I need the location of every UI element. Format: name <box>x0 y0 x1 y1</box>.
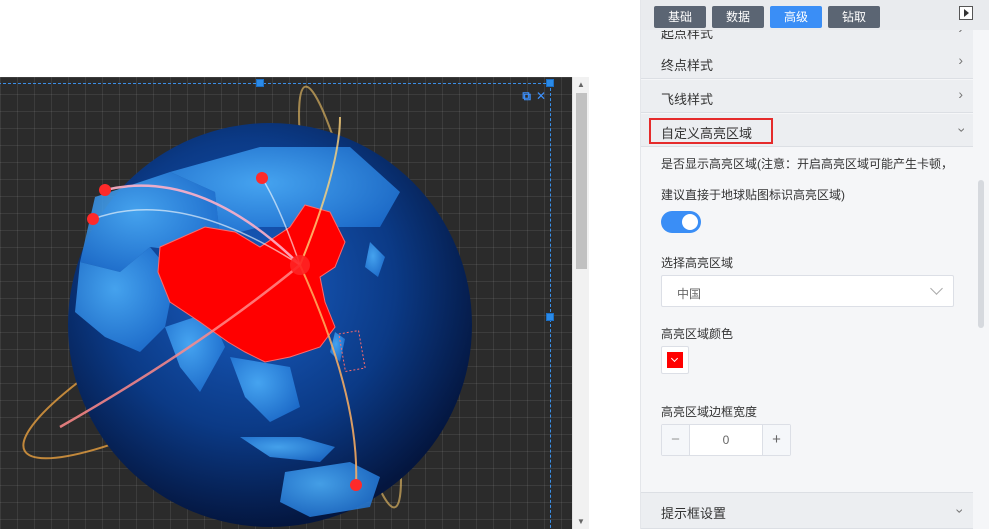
selection-frame[interactable] <box>0 83 551 529</box>
panel-scrollbar-thumb[interactable] <box>978 180 984 328</box>
increment-button[interactable]: + <box>762 425 790 455</box>
section-flight-line[interactable]: 飞线样式 › <box>641 80 973 113</box>
scroll-down-arrow-icon[interactable]: ▼ <box>577 517 585 526</box>
toggle-knob <box>682 214 698 230</box>
border-width-value[interactable]: 0 <box>690 433 762 447</box>
section-label: 自定义高亮区域 <box>661 126 753 141</box>
tab-data[interactable]: 数据 <box>712 6 764 28</box>
resize-handle-right[interactable] <box>546 313 554 321</box>
tab-drill[interactable]: 钻取 <box>828 6 880 28</box>
region-label: 选择高亮区域 <box>661 256 734 270</box>
chevron-right-icon: › <box>958 52 963 68</box>
color-picker[interactable] <box>661 346 689 374</box>
resize-handle-top-right[interactable] <box>546 79 554 87</box>
tab-bar: 基础 数据 高级 钻取 <box>641 0 989 30</box>
chevron-down-icon: › <box>952 508 969 514</box>
color-swatch <box>667 352 683 368</box>
show-highlight-note: 建议直接于地球贴图标识高亮区域) <box>661 188 845 202</box>
section-label: 提示框设置 <box>661 506 727 521</box>
canvas-scrollbar[interactable]: ▲ ▼ <box>572 77 589 529</box>
scroll-up-arrow-icon[interactable]: ▲ <box>577 80 585 89</box>
scrollbar-thumb[interactable] <box>576 93 587 269</box>
canvas-blank-area <box>0 0 575 77</box>
section-label: 终点样式 <box>661 58 714 73</box>
popout-icon[interactable]: ⧉ <box>522 90 531 102</box>
border-width-stepper[interactable]: − 0 + <box>661 424 791 456</box>
decrement-button[interactable]: − <box>662 425 690 455</box>
collapse-panel-icon[interactable] <box>959 6 973 20</box>
region-select-value: 中国 <box>677 287 702 301</box>
section-tooltip[interactable]: 提示框设置 › <box>641 492 973 529</box>
color-label: 高亮区域颜色 <box>661 327 734 341</box>
section-end-point[interactable]: 终点样式 › <box>641 46 973 79</box>
section-custom-highlight[interactable]: 自定义高亮区域 › <box>641 114 973 147</box>
show-highlight-label: 是否显示高亮区域(注意：开启高亮区域可能产生卡顿， <box>661 157 953 171</box>
border-width-label: 高亮区域边框宽度 <box>661 405 758 419</box>
close-icon[interactable]: ✕ <box>536 90 546 102</box>
editor-canvas[interactable]: ⧉ ✕ <box>0 77 572 529</box>
tab-basic[interactable]: 基础 <box>654 6 706 28</box>
widget-toolbar: ⧉ ✕ <box>522 90 546 102</box>
show-highlight-toggle[interactable] <box>661 211 701 233</box>
property-panel: 起点样式 › 基础 数据 高级 钻取 终点样式 › 飞线样式 › 自定义高亮区域… <box>640 0 989 529</box>
section-label: 飞线样式 <box>661 92 714 107</box>
region-select[interactable]: 中国 <box>661 275 954 307</box>
chevron-down-icon <box>930 282 943 295</box>
chevron-right-icon: › <box>958 86 963 102</box>
chevron-down-icon: › <box>954 127 971 133</box>
resize-handle-top[interactable] <box>256 79 264 87</box>
tab-advanced[interactable]: 高级 <box>770 6 822 28</box>
